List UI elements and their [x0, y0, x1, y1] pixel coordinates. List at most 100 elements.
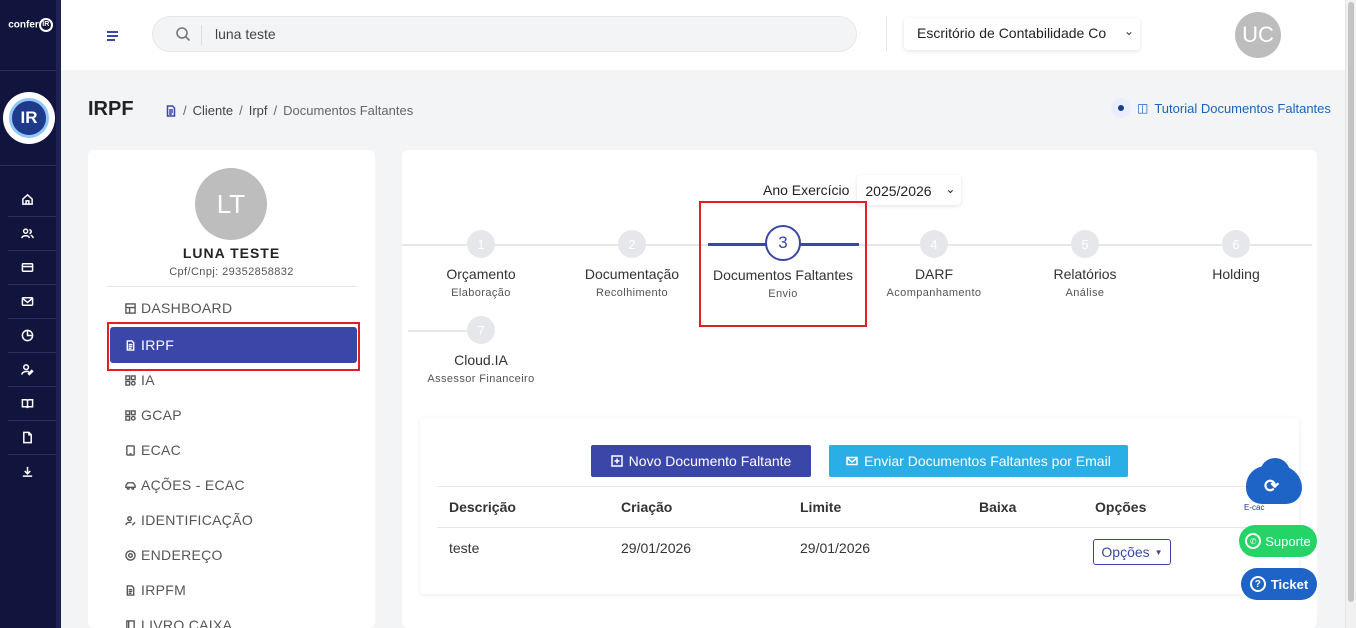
rail-users[interactable] [0, 216, 55, 250]
new-missing-document-button[interactable]: Novo Documento Faltante [591, 445, 811, 477]
breadcrumb-cliente[interactable]: Cliente [193, 103, 233, 118]
search-input[interactable] [215, 22, 835, 46]
breadcrumb-irpf[interactable]: Irpf [249, 103, 268, 118]
page-scrollbar[interactable] [1345, 0, 1356, 628]
menu-label: LIVRO CAIXA [141, 617, 233, 628]
menu-livro-caixa[interactable]: LIVRO CAIXA [110, 607, 357, 628]
page-title: IRPF [88, 98, 134, 120]
car-icon [125, 481, 136, 490]
client-cpf: Cpf/Cnpj: 29352858832 [169, 266, 294, 278]
col-criacao: Criação [621, 499, 673, 515]
menu-irpfm[interactable]: IRPFM [110, 572, 357, 608]
breadcrumb: / Cliente / Irpf / Documentos Faltantes [165, 103, 413, 118]
rail-file[interactable] [0, 420, 55, 454]
menu-toggle-icon[interactable] [107, 31, 118, 43]
step-sublabel: Assessor Financeiro [427, 373, 535, 385]
rail-card[interactable] [0, 250, 55, 284]
support-whatsapp-button[interactable]: ✆ Suporte [1239, 525, 1317, 557]
menu-gcap[interactable]: GCAP [110, 397, 357, 433]
options-dropdown-button[interactable]: Opções ▼ [1093, 539, 1171, 565]
col-limite: Limite [800, 499, 842, 515]
menu-endereco[interactable]: ENDEREÇO [110, 537, 357, 573]
missing-docs-panel: Novo Documento Faltante Enviar Documento… [420, 418, 1299, 594]
client-avatar: LT [195, 168, 267, 240]
home-icon [22, 193, 33, 205]
step-cloud-ia[interactable]: 7 Cloud.IA Assessor Financeiro [406, 316, 556, 385]
menu-label: DASHBOARD [141, 300, 233, 316]
menu-acoes-ecac[interactable]: AÇÕES - ECAC [110, 467, 357, 503]
step-sublabel: Recolhimento [595, 287, 669, 299]
credit-card-icon [21, 262, 34, 272]
search-icon [176, 27, 191, 42]
step-number: 7 [467, 316, 495, 344]
breadcrumb-separator: / [273, 103, 278, 118]
table-header-border [437, 527, 1299, 528]
app-logo[interactable]: confer IR [0, 18, 61, 32]
step-label: Cloud.IA [454, 352, 508, 368]
book-open-icon [21, 398, 34, 408]
year-select[interactable]: 2025/2026 ⌄ [857, 175, 961, 205]
tutorial-link-label: Tutorial Documentos Faltantes [1154, 100, 1331, 116]
search-divider [201, 25, 202, 45]
new-missing-document-label: Novo Documento Faltante [628, 453, 792, 469]
user-edit-icon [21, 363, 34, 376]
rail-home[interactable] [0, 182, 55, 216]
step-label: Relatórios [1053, 266, 1117, 282]
table-top-border [437, 486, 1299, 487]
rail-mail[interactable] [0, 284, 55, 318]
rail-download[interactable] [0, 454, 55, 488]
rail-divider [0, 165, 61, 166]
step-relatorios[interactable]: 5 Relatórios Análise [1010, 230, 1160, 299]
book-icon [126, 619, 135, 628]
options-label: Opções [1101, 544, 1150, 560]
whatsapp-icon: ✆ [1245, 533, 1262, 549]
step-label: Documentação [584, 266, 680, 282]
ticket-button[interactable]: ? Ticket [1241, 568, 1317, 600]
help-icon: ? [1249, 576, 1266, 592]
menu-identificacao[interactable]: IDENTIFICAÇÃO [110, 502, 357, 538]
support-label: Suporte [1265, 533, 1311, 549]
menu-label: GCAP [141, 407, 182, 423]
user-avatar[interactable]: UC [1235, 12, 1281, 58]
tutorial-link[interactable]: ◫ Tutorial Documentos Faltantes [1111, 98, 1331, 118]
send-missing-docs-email-button[interactable]: Enviar Documentos Faltantes por Email [829, 445, 1128, 477]
top-bar: Escritório de Contabilidade Co ⌄ UC [61, 0, 1345, 70]
office-select-value: Escritório de Contabilidade Co [917, 25, 1107, 41]
step-label: DARF [914, 266, 954, 282]
breadcrumb-separator: / [239, 103, 243, 118]
file-icon [23, 431, 32, 443]
rail-scrollbar[interactable] [56, 0, 61, 628]
search-box[interactable] [152, 16, 857, 52]
step-orcamento[interactable]: 1 Orçamento Elaboração [406, 230, 556, 299]
refresh-icon: ⟳ [1264, 476, 1280, 496]
page-scrollbar-thumb[interactable] [1348, 2, 1354, 602]
rail-book[interactable] [0, 386, 55, 420]
mail-icon [21, 296, 34, 306]
rail-user-edit[interactable] [0, 352, 55, 386]
menu-label: ENDEREÇO [141, 547, 223, 563]
logo-text: confer [8, 19, 39, 31]
chevron-down-icon: ⌄ [1123, 24, 1134, 38]
conferir-badge-mark: IR [9, 98, 49, 138]
cell-descricao: teste [449, 540, 480, 556]
step-holding[interactable]: 6 Holding [1161, 230, 1311, 287]
chevron-down-icon: ⌄ [945, 182, 956, 196]
ecac-widget[interactable]: ⟳ E-cac [1244, 458, 1306, 514]
user-edit-icon [125, 515, 136, 526]
office-select[interactable]: Escritório de Contabilidade Co ⌄ [904, 18, 1140, 50]
cell-criacao: 29/01/2026 [621, 540, 692, 556]
grid-icon [125, 374, 136, 386]
conferir-badge[interactable]: IR [3, 92, 55, 144]
step-label: Holding [1212, 266, 1260, 282]
breadcrumb-separator: / [183, 103, 187, 118]
rail-divider [0, 70, 61, 71]
menu-dashboard[interactable]: DASHBOARD [110, 290, 357, 326]
step-number: 6 [1222, 230, 1250, 258]
rail-chart[interactable] [0, 318, 55, 352]
client-card: LT LUNA TESTE Cpf/Cnpj: 29352858832 DASH… [88, 150, 375, 628]
step-darf[interactable]: 4 DARF Acompanhamento [859, 230, 1009, 299]
step-documentacao[interactable]: 2 Documentação Recolhimento [557, 230, 707, 299]
menu-ecac[interactable]: ECAC [110, 432, 357, 468]
logo-mark: IR [38, 18, 53, 32]
col-opcoes: Opções [1095, 499, 1147, 515]
